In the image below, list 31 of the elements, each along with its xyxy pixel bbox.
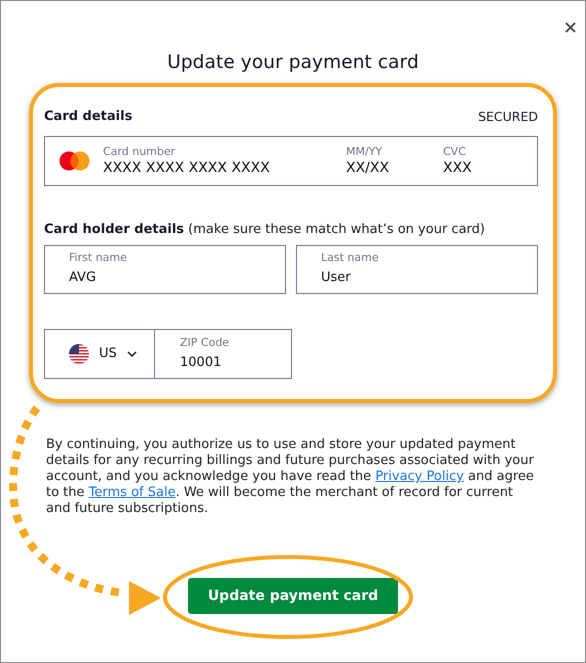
field-label: Card number: [103, 145, 176, 159]
field-label: First name: [69, 251, 128, 265]
card-brand-icon: [59, 151, 90, 171]
field-value: XXXX XXXX XXXX XXXX: [103, 159, 271, 177]
close-icon[interactable]: [565, 22, 576, 33]
consent-paragraph: By continuing, you authorize us to use and store your updated payment details for any recurring billings and future purchases associated with your account, and you acknowledge you have read the Privacy Policy and agree to the Terms of Sale. We will become the merchant of record for current and future subscriptions.: [46, 437, 535, 517]
card-input-field[interactable]: Card number XXXX XXXX XXXX XXXX MM/YY XX/XX CVC XXX: [44, 136, 538, 186]
field-value: XXX: [443, 159, 473, 177]
section-heading: Card holder details: [44, 222, 184, 237]
field-value: User: [321, 269, 352, 287]
zip-input-field[interactable]: ZIP Code 10001: [155, 329, 292, 379]
field-label: ZIP Code: [180, 336, 230, 350]
field-label: CVC: [443, 145, 467, 159]
secured-label: SECURED: [478, 108, 538, 124]
field-value: AVG: [69, 269, 98, 287]
field-label: Last name: [321, 251, 380, 265]
policy-link[interactable]: Terms of Sale: [88, 485, 176, 500]
field-value: XX/XX: [346, 159, 390, 177]
country-value: US: [99, 345, 117, 363]
update-payment-button[interactable]: Update payment card: [188, 578, 398, 614]
field-label: MM/YY: [346, 145, 384, 159]
section-heading: Card details: [44, 108, 132, 124]
policy-link[interactable]: Privacy Policy: [375, 469, 464, 484]
field-value: 10001: [180, 354, 222, 372]
name-input-field[interactable]: Last name User: [296, 245, 538, 294]
chevron-down-icon: [126, 351, 137, 357]
section-note: (make sure these match what’s on your card): [188, 222, 485, 237]
name-input-field[interactable]: First name AVG: [44, 245, 286, 294]
dialog-title: Update your payment card: [167, 52, 419, 73]
flag-icon: [69, 344, 89, 364]
country-select[interactable]: US: [44, 329, 155, 379]
